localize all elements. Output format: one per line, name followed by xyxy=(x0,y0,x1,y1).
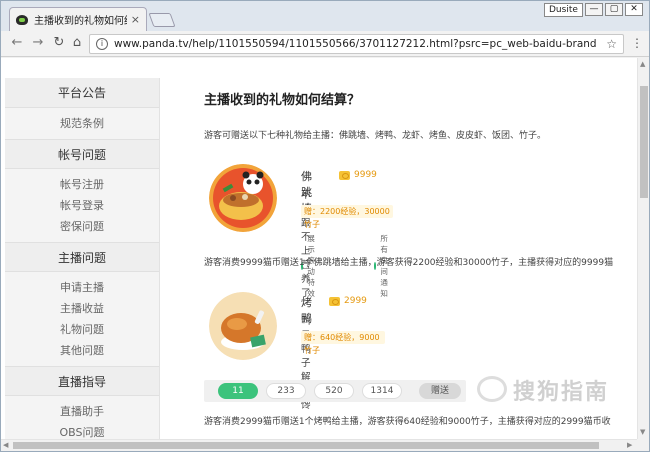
vertical-scrollbar[interactable]: ▲ ▼ xyxy=(637,58,649,439)
sidebar-item-gifts[interactable]: 礼物问题 xyxy=(5,319,159,340)
sidebar-section-guide[interactable]: 直播指导 xyxy=(5,366,159,396)
sidebar-section-announcements[interactable]: 平台公告 xyxy=(5,78,159,108)
sidebar-item-rules[interactable]: 规范条例 xyxy=(5,113,159,134)
reload-icon[interactable]: ↻ xyxy=(51,35,67,50)
scroll-up-icon[interactable]: ▲ xyxy=(640,60,645,68)
sidebar-item-other[interactable]: 其他问题 xyxy=(5,340,159,361)
sidebar-item-obs[interactable]: OBS问题 xyxy=(5,422,159,439)
page-info-icon[interactable]: i xyxy=(96,38,108,50)
gift-reward-badge: 赠：640经验，9000竹子 xyxy=(301,331,385,355)
quantity-option-11[interactable]: 11 xyxy=(218,383,258,399)
maximize-button[interactable]: ▢ xyxy=(605,3,623,16)
browser-menu-icon[interactable]: ⋮ xyxy=(631,36,643,50)
page-viewport: 平台公告 规范条例 帐号问题 帐号注册 帐号登录 密保问题 主播问题 申请主播 … xyxy=(1,58,637,439)
address-bar[interactable]: i www.panda.tv/help/1101550594/110155056… xyxy=(89,34,624,54)
quantity-option-520[interactable]: 520 xyxy=(314,383,354,399)
quantity-option-233[interactable]: 233 xyxy=(266,383,306,399)
sidebar-item-register[interactable]: 帐号注册 xyxy=(5,174,159,195)
sidebar-section-streamer[interactable]: 主播问题 xyxy=(5,242,159,272)
gift-price: 2999 xyxy=(329,296,367,306)
fotiaoqiang-icon xyxy=(209,164,277,232)
scroll-left-icon[interactable]: ◀ xyxy=(3,441,8,449)
help-sidebar: 平台公告 规范条例 帐号问题 帐号注册 帐号登录 密保问题 主播问题 申请主播 … xyxy=(5,78,160,439)
user-profile-chip[interactable]: Dusite xyxy=(544,3,583,17)
roast-duck-icon xyxy=(209,292,277,360)
back-arrow-icon[interactable]: ← xyxy=(9,35,25,50)
quantity-selector: 11 233 520 1314 赠送 xyxy=(204,380,466,402)
gift-price: 9999 xyxy=(339,170,377,180)
tab-close-icon[interactable]: × xyxy=(131,13,140,26)
horizontal-scroll-thumb[interactable] xyxy=(13,442,599,449)
gift-explanation: 游客消费2999猫币赠送1个烤鸭给主播，游客获得640经验和9000竹子，主播获… xyxy=(204,417,611,427)
sidebar-item-apply[interactable]: 申请主播 xyxy=(5,277,159,298)
vertical-scroll-thumb[interactable] xyxy=(640,86,648,198)
watermark-text: 搜狗指南 xyxy=(513,380,610,405)
scroll-right-icon[interactable]: ▶ xyxy=(627,441,632,449)
forward-arrow-icon[interactable]: → xyxy=(30,35,46,50)
send-gift-button[interactable]: 赠送 xyxy=(419,383,461,399)
sidebar-section-account[interactable]: 帐号问题 xyxy=(5,139,159,169)
sidebar-item-assistant[interactable]: 直播助手 xyxy=(5,401,159,422)
browser-toolbar: ← → ↻ ⌂ i www.panda.tv/help/1101550594/1… xyxy=(1,31,649,57)
sidebar-item-income[interactable]: 主播收益 xyxy=(5,298,159,319)
url-text[interactable]: www.panda.tv/help/1101550594/1101550566/… xyxy=(114,38,606,50)
page-title: 主播收到的礼物如何结算？ xyxy=(204,93,361,108)
gift-price-value: 9999 xyxy=(354,170,377,180)
browser-tab[interactable]: 主播收到的礼物如何结算 × xyxy=(9,7,147,31)
tab-title: 主播收到的礼物如何结算 xyxy=(34,16,127,27)
horizontal-scrollbar[interactable]: ◀ ▶ xyxy=(1,439,637,451)
sidebar-item-security[interactable]: 密保问题 xyxy=(5,216,159,237)
quantity-option-1314[interactable]: 1314 xyxy=(362,383,402,399)
scroll-down-icon[interactable]: ▼ xyxy=(640,428,645,436)
cat-coin-icon xyxy=(339,170,350,180)
cat-coin-icon xyxy=(329,296,340,306)
minimize-button[interactable]: — xyxy=(585,3,603,16)
gift-explanation: 游客消费9999猫币赠送1个佛跳墙给主播，游客获得2200经验和30000竹子，… xyxy=(204,258,614,268)
panda-favicon-icon xyxy=(16,14,28,25)
sidebar-item-login[interactable]: 帐号登录 xyxy=(5,195,159,216)
bookmark-star-icon[interactable]: ☆ xyxy=(606,37,617,51)
sogou-watermark-icon xyxy=(477,376,507,402)
gift-price-value: 2999 xyxy=(344,296,367,306)
browser-window: 主播收到的礼物如何结算 × Dusite — ▢ ✕ ← → ↻ ⌂ i www… xyxy=(0,0,650,452)
intro-text: 游客可赠送以下七种礼物给主播：佛跳墙、烤鸭、龙虾、烤鱼、皮皮虾、饭团、竹子。 xyxy=(204,131,547,141)
gift-reward-badge: 赠：2200经验，30000竹子 xyxy=(301,205,393,229)
close-window-button[interactable]: ✕ xyxy=(625,3,643,16)
new-tab-button[interactable] xyxy=(148,13,176,27)
tab-strip: 主播收到的礼物如何结算 × Dusite — ▢ ✕ xyxy=(1,1,649,31)
home-icon[interactable]: ⌂ xyxy=(69,35,85,50)
